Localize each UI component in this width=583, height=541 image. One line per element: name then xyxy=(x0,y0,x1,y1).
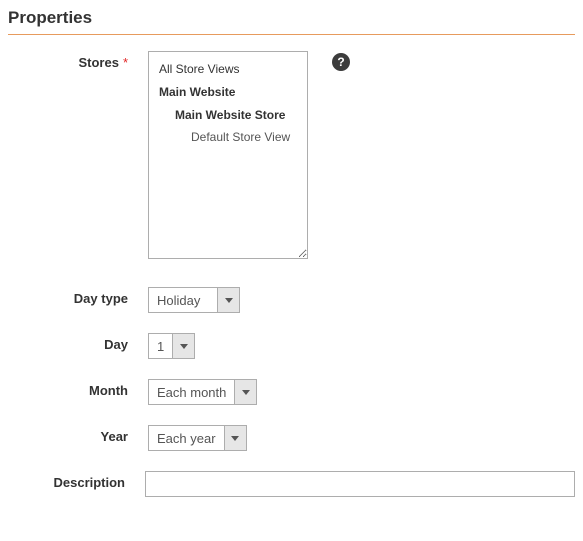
stores-option[interactable]: Default Store View xyxy=(159,126,297,149)
row-description: Description xyxy=(8,471,575,497)
day-type-value: Holiday xyxy=(149,288,217,312)
label-day: Day xyxy=(8,333,148,352)
label-description: Description xyxy=(8,471,145,490)
help-icon[interactable]: ? xyxy=(332,53,350,71)
stores-multiselect[interactable]: All Store Views Main Website Main Websit… xyxy=(148,51,308,259)
stores-option[interactable]: Main Website xyxy=(159,81,297,104)
required-mark: * xyxy=(123,55,128,70)
day-value: 1 xyxy=(149,334,172,358)
label-stores: Stores * xyxy=(8,51,148,70)
label-year: Year xyxy=(8,425,148,444)
year-select[interactable]: Each year xyxy=(148,425,247,451)
chevron-down-icon xyxy=(234,380,256,404)
label-day-type: Day type xyxy=(8,287,148,306)
chevron-down-icon xyxy=(217,288,239,312)
row-month: Month Each month xyxy=(8,379,575,405)
month-select[interactable]: Each month xyxy=(148,379,257,405)
day-select[interactable]: 1 xyxy=(148,333,195,359)
stores-option[interactable]: Main Website Store xyxy=(159,104,297,127)
stores-option[interactable]: All Store Views xyxy=(159,58,297,81)
year-value: Each year xyxy=(149,426,224,450)
chevron-down-icon xyxy=(224,426,246,450)
row-day-type: Day type Holiday xyxy=(8,287,575,313)
section-title: Properties xyxy=(8,8,575,35)
label-month: Month xyxy=(8,379,148,398)
row-day: Day 1 xyxy=(8,333,575,359)
month-value: Each month xyxy=(149,380,234,404)
chevron-down-icon xyxy=(172,334,194,358)
day-type-select[interactable]: Holiday xyxy=(148,287,240,313)
row-year: Year Each year xyxy=(8,425,575,451)
label-stores-text: Stores xyxy=(78,55,118,70)
row-stores: Stores * All Store Views Main Website Mai… xyxy=(8,51,575,259)
description-input[interactable] xyxy=(145,471,575,497)
